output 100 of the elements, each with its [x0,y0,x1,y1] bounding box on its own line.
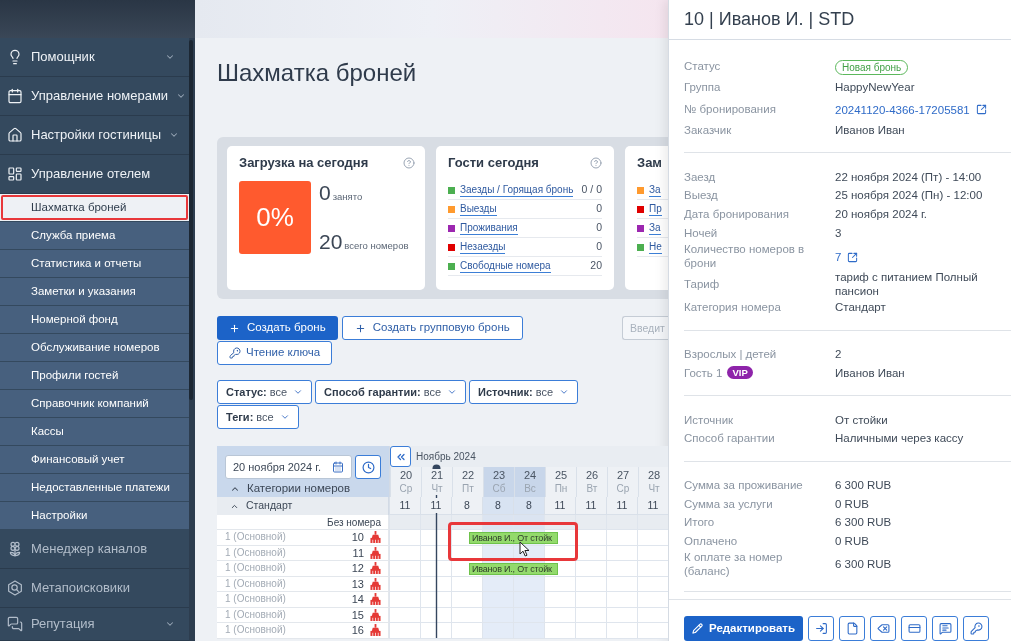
submenu-item[interactable]: Обслуживание номеров [0,334,189,362]
stat-link[interactable]: Свободные номера [460,259,551,273]
room-number: 11 [352,546,364,559]
calendar-icon [7,88,23,104]
key-icon [229,347,241,359]
comment-button[interactable] [932,616,958,641]
field-value: 6 300 RUB [835,477,893,492]
key-button[interactable] [963,616,989,641]
field-value: 20 ноября 2024 г. [835,207,928,222]
clock-button[interactable] [355,455,381,479]
plus-icon [354,322,366,334]
weekday-label: Ср [398,482,414,495]
value-link[interactable]: 7 [835,250,842,265]
field-label: Источник [684,412,734,427]
room-number: 10 [351,531,364,544]
total-label: всего номеров [344,239,409,253]
clear-button[interactable] [870,616,896,641]
card-title: Гости сегодня [448,154,539,173]
availability-cell: 11 [606,497,637,515]
stat-value: 20 [590,258,602,274]
weekday-label: Чт [647,482,661,495]
submenu-item[interactable]: Финансовый учет [0,446,189,474]
external-link-icon[interactable] [847,251,859,263]
chevron-down-icon [165,619,175,629]
availability-cell: 11 [420,497,451,515]
submenu-item[interactable]: Заметки и указания [0,278,189,306]
calendar-cell [606,623,637,639]
calendar-cell [575,561,606,577]
read-key-button[interactable]: Чтение ключа [217,341,333,365]
stat-link[interactable]: Заезды / Горящая бронь [460,183,574,197]
chevron-down-icon [176,91,187,101]
submenu-item[interactable]: Статистика и отчеты [0,250,189,278]
sidebar-menu-item[interactable]: Управление номерами [0,77,189,116]
scrollbar-thumb[interactable] [189,40,193,400]
previous-month-button[interactable] [390,446,411,467]
categories-toggle[interactable]: Категории номеров [225,480,389,497]
weekday-label: Пт [461,482,475,495]
submenu-item[interactable]: Профили гостей [0,362,189,390]
field-label: Группа [684,80,721,95]
external-link-icon[interactable] [975,104,987,116]
submenu-item[interactable]: Настройки [0,502,189,530]
field-label: Оплачено [684,533,738,548]
stat-link[interactable]: За [649,183,661,197]
field-label: Выезд [684,188,718,203]
sidebar-menu-item[interactable]: Настройки гостиницы [0,116,189,155]
room-type-label: 1 (Основной) [225,624,287,637]
field-value: 25 ноября 2024 (Пн) - 12:00 [835,188,984,203]
field-label: Способ гарантии [684,431,775,446]
stat-link[interactable]: Не [649,240,662,254]
lightbulb-icon [7,49,23,65]
flower-icon [7,541,23,557]
calendar-cell [420,592,451,608]
stat-link[interactable]: Проживания [460,221,518,235]
sidebar-menu-item[interactable]: Управление отелем [0,155,189,194]
room-number: 16 [351,624,364,637]
payment-button[interactable] [901,616,927,641]
stat-link[interactable]: Выезды [460,202,497,216]
pencil-icon [692,623,703,635]
chevron-down-icon [169,130,179,140]
search-field[interactable]: Введит [622,316,668,340]
date-field[interactable]: 20 ноября 2024 г. [225,455,352,479]
field-label: Тариф [684,277,720,292]
filter-dropdown[interactable]: Способ гарантии: все [315,380,467,404]
calendar-cell [420,561,451,577]
stat-link[interactable]: Незаезды [460,240,506,254]
availability-cell: 8 [451,497,482,515]
stat-link[interactable]: За [649,221,661,235]
calendar-cell [451,623,482,639]
day-number: 22 [460,469,476,482]
submenu-item[interactable]: Шахматка броней [0,194,189,222]
submenu-item[interactable]: Номерной фонд [0,306,189,334]
filter-dropdown[interactable]: Источник: все [469,380,579,404]
field-label: Количество номеров в брони [684,242,806,271]
create-group-booking-button[interactable]: Создать групповую бронь [341,316,523,340]
calendar-cell [451,592,482,608]
value-link[interactable]: 20241120-4366-17205581 [835,102,970,117]
stat-link[interactable]: Пр [649,202,662,216]
submenu-item[interactable]: Справочник компаний [0,390,189,418]
submenu-item[interactable]: Служба приема [0,222,189,250]
day-number: 25 [553,469,569,482]
stat-value: 0 [596,201,602,217]
room-number: 14 [351,593,364,606]
filter-dropdown[interactable]: Статус: все [217,380,313,404]
field-label: Гость 1 [684,365,723,380]
submenu-item[interactable]: Кассы [0,418,189,446]
filter-dropdown[interactable]: Теги: все [217,405,299,429]
room-type-label: 1 (Основной) [225,531,287,544]
submenu-item[interactable]: Недоставленные платежи [0,474,189,502]
create-booking-button[interactable]: Создать бронь [217,316,338,340]
field-value: От стойки [835,412,889,427]
chevron-down-icon [279,412,290,422]
edit-button[interactable]: Редактировать [684,616,803,641]
field-label: Заезд [684,169,716,184]
document-button[interactable] [839,616,865,641]
check-in-button[interactable] [808,616,834,641]
weekday-label: Пн [553,482,569,495]
field-label: Сумма за услуги [684,496,773,511]
sidebar-menu-item[interactable]: Помощник [0,38,189,77]
month-label: Ноябрь 2024 [416,450,476,464]
field-value: Стандарт [835,300,887,315]
